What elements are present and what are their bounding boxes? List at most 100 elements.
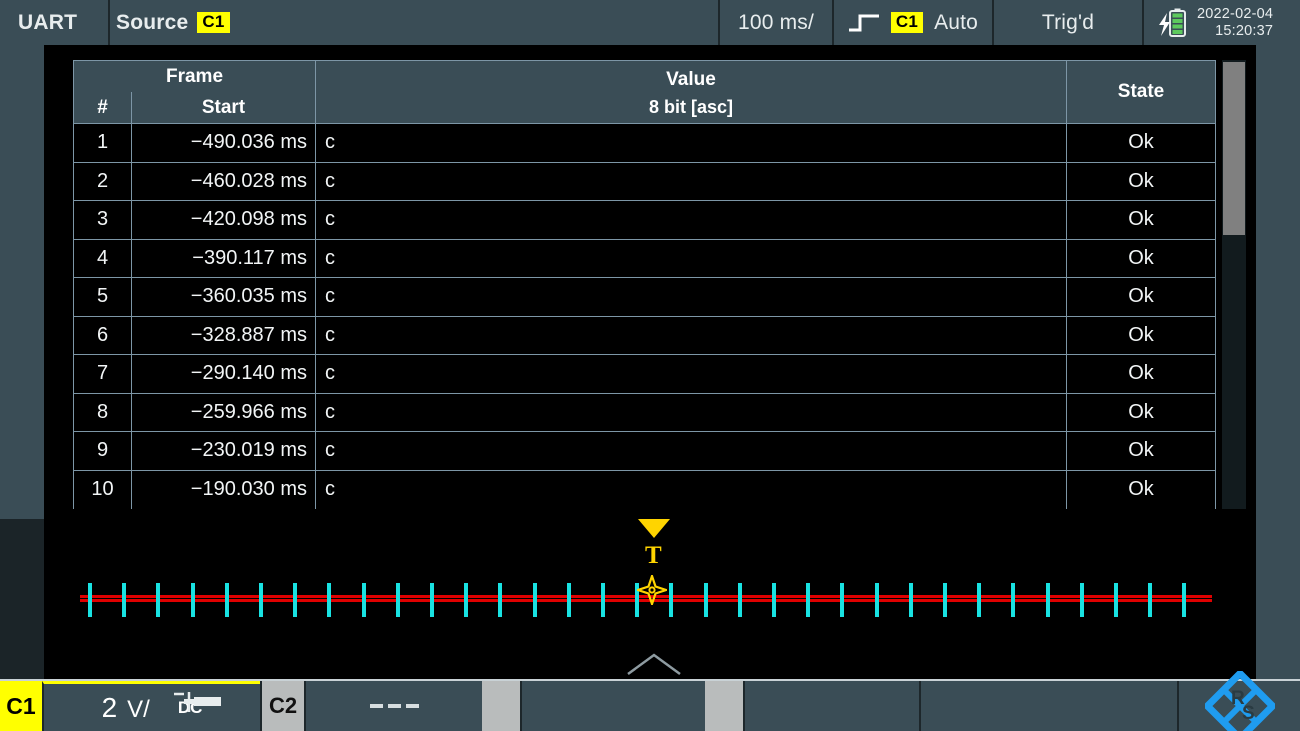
- table-row[interactable]: 6−328.887 mscOk: [74, 317, 1215, 356]
- uart-frame-marker: [909, 583, 913, 617]
- uart-frame-marker: [1182, 583, 1186, 617]
- trigger-level-marker-icon[interactable]: [637, 575, 667, 605]
- column-header-state[interactable]: State: [1067, 61, 1215, 123]
- table-row[interactable]: 10−190.030 mscOk: [74, 471, 1215, 510]
- cell-frame-state: Ok: [1067, 471, 1215, 510]
- channel1-settings[interactable]: 2 V/ DC: [42, 681, 260, 731]
- uart-frame-marker: [225, 583, 229, 617]
- table-row[interactable]: 7−290.140 mscOk: [74, 355, 1215, 394]
- cell-frame-start: −230.019 ms: [132, 432, 316, 470]
- uart-frame-marker: [533, 583, 537, 617]
- cell-frame-num: 2: [74, 163, 132, 201]
- cell-frame-state: Ok: [1067, 317, 1215, 355]
- cell-frame-value: c: [316, 355, 1067, 393]
- waveform-expand-caret-icon[interactable]: [626, 652, 682, 676]
- left-rail-lower: [0, 519, 44, 679]
- table-row[interactable]: 3−420.098 mscOk: [74, 201, 1215, 240]
- table-row[interactable]: 8−259.966 mscOk: [74, 394, 1215, 433]
- table-scrollbar[interactable]: [1222, 60, 1246, 509]
- uart-frame-marker: [191, 583, 195, 617]
- cell-frame-value: c: [316, 394, 1067, 432]
- channel2-settings[interactable]: [304, 681, 482, 731]
- uart-frame-marker: [464, 583, 468, 617]
- rising-edge-icon: [848, 12, 880, 34]
- channel1-badge[interactable]: C1: [0, 681, 42, 731]
- cell-frame-state: Ok: [1067, 163, 1215, 201]
- table-row[interactable]: 1−490.036 mscOk: [74, 124, 1215, 163]
- cell-frame-value: c: [316, 163, 1067, 201]
- waveform-display[interactable]: T: [44, 519, 1256, 679]
- trigger-position-arrow-icon[interactable]: [638, 519, 670, 538]
- toolbar-slot-gray-1[interactable]: [482, 681, 520, 731]
- trigger-settings[interactable]: C1 Auto: [834, 0, 992, 45]
- channel1-unit: V/: [127, 696, 150, 724]
- cell-frame-num: 4: [74, 240, 132, 278]
- cell-frame-start: −190.030 ms: [132, 471, 316, 510]
- uart-frame-marker: [259, 583, 263, 617]
- cell-frame-num: 3: [74, 201, 132, 239]
- battery-charging-icon: [1158, 7, 1188, 39]
- probe-icon: [172, 692, 224, 719]
- decode-results-table[interactable]: Frame # Start Value 8 bit [asc] State 1−…: [73, 60, 1216, 509]
- table-row[interactable]: 9−230.019 mscOk: [74, 432, 1215, 471]
- uart-frame-marker: [430, 583, 434, 617]
- trigger-state-label: Trig'd: [994, 0, 1142, 45]
- cell-frame-num: 8: [74, 394, 132, 432]
- cell-frame-start: −390.117 ms: [132, 240, 316, 278]
- uart-frame-marker: [362, 583, 366, 617]
- source-selector[interactable]: Source C1: [110, 0, 242, 45]
- cell-frame-num: 7: [74, 355, 132, 393]
- topbar-spacer: [242, 0, 718, 45]
- table-row[interactable]: 5−360.035 mscOk: [74, 278, 1215, 317]
- protocol-label[interactable]: UART: [0, 0, 108, 45]
- channel2-badge[interactable]: C2: [260, 681, 304, 731]
- trigger-position-label: T: [645, 543, 662, 568]
- cell-frame-start: −460.028 ms: [132, 163, 316, 201]
- column-header-start[interactable]: Start: [132, 92, 315, 123]
- cell-frame-num: 9: [74, 432, 132, 470]
- cell-frame-start: −328.887 ms: [132, 317, 316, 355]
- trigger-channel-chip[interactable]: C1: [891, 12, 923, 33]
- uart-frame-marker: [1148, 583, 1152, 617]
- cell-frame-start: −420.098 ms: [132, 201, 316, 239]
- column-header-value[interactable]: Value 8 bit [asc]: [316, 61, 1067, 123]
- source-channel-chip[interactable]: C1: [197, 12, 229, 33]
- uart-frame-marker: [840, 583, 844, 617]
- cell-frame-start: −360.035 ms: [132, 278, 316, 316]
- table-header: Frame # Start Value 8 bit [asc] State: [74, 61, 1215, 124]
- frame-group-label: Frame: [74, 61, 315, 92]
- uart-frame-marker: [498, 583, 502, 617]
- scrollbar-thumb[interactable]: [1223, 62, 1245, 235]
- toolbar-slot-gray-2[interactable]: [705, 681, 743, 731]
- timebase-field[interactable]: 100 ms/: [720, 0, 832, 45]
- uart-frame-marker: [327, 583, 331, 617]
- cell-frame-value: c: [316, 432, 1067, 470]
- table-body: 1−490.036 mscOk2−460.028 mscOk3−420.098 …: [74, 124, 1215, 509]
- cell-frame-value: c: [316, 317, 1067, 355]
- column-header-num[interactable]: #: [74, 92, 132, 123]
- uart-frame-marker: [738, 583, 742, 617]
- svg-text:S: S: [1242, 703, 1255, 724]
- cell-frame-state: Ok: [1067, 278, 1215, 316]
- toolbar-slot-2[interactable]: [743, 681, 919, 731]
- cell-frame-value: c: [316, 124, 1067, 162]
- status-area[interactable]: 2022-02-04 15:20:37: [1144, 0, 1300, 45]
- toolbar-slot-1[interactable]: [520, 681, 705, 731]
- date-text: 2022-02-04: [1197, 6, 1273, 23]
- uart-frame-marker: [1114, 583, 1118, 617]
- rohde-schwarz-logo: R S: [1177, 681, 1300, 731]
- cell-frame-start: −490.036 ms: [132, 124, 316, 162]
- table-row[interactable]: 2−460.028 mscOk: [74, 163, 1215, 202]
- cell-frame-state: Ok: [1067, 355, 1215, 393]
- toolbar-slot-3[interactable]: [919, 681, 1177, 731]
- table-row[interactable]: 4−390.117 mscOk: [74, 240, 1215, 279]
- uart-frame-marker: [943, 583, 947, 617]
- cell-frame-state: Ok: [1067, 240, 1215, 278]
- cell-frame-num: 1: [74, 124, 132, 162]
- cell-frame-start: −290.140 ms: [132, 355, 316, 393]
- cell-frame-state: Ok: [1067, 394, 1215, 432]
- uart-frame-marker: [293, 583, 297, 617]
- uart-frame-marker: [122, 583, 126, 617]
- datetime: 2022-02-04 15:20:37: [1197, 6, 1273, 40]
- uart-frame-marker: [396, 583, 400, 617]
